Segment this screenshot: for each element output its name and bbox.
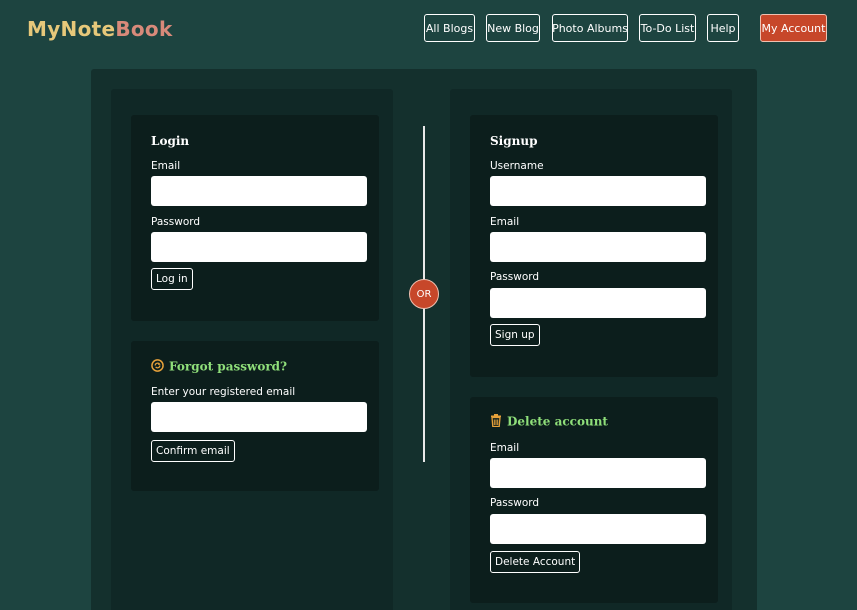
- signup-card: Signup Username Email Password Sign up: [470, 115, 718, 377]
- signup-email-input[interactable]: [490, 232, 706, 262]
- login-password-label: Password: [151, 216, 201, 228]
- delete-password-label: Password: [490, 497, 540, 509]
- signup-username-input[interactable]: [490, 176, 706, 206]
- login-password-input[interactable]: [151, 232, 367, 262]
- brand-logo[interactable]: MyNoteBook: [27, 17, 173, 41]
- right-column: Signup Username Email Password Sign up D…: [450, 89, 732, 610]
- left-column: Login Email Password Log in Forgot passw…: [111, 89, 393, 610]
- nav-my-account-button[interactable]: My Account: [760, 14, 827, 42]
- login-title: Login: [151, 134, 190, 148]
- nav-photo-albums-button[interactable]: Photo Albums: [552, 14, 628, 42]
- delete-account-card: Delete account Email Password Delete Acc…: [470, 397, 718, 603]
- login-email-input[interactable]: [151, 176, 367, 206]
- nav-new-blog-button[interactable]: New Blog: [486, 14, 540, 42]
- forgot-email-input[interactable]: [151, 402, 367, 432]
- delete-account-button[interactable]: Delete Account: [490, 551, 581, 573]
- signup-username-label: Username: [490, 160, 544, 172]
- nav-todo-list-button[interactable]: To-Do List: [639, 14, 696, 42]
- delete-password-input[interactable]: [490, 514, 706, 544]
- forgot-email-label: Enter your registered email: [151, 386, 296, 398]
- delete-title: Delete account: [490, 414, 608, 430]
- nav-all-blogs-button[interactable]: All Blogs: [424, 14, 475, 42]
- trash-icon: [490, 414, 502, 430]
- signup-button[interactable]: Sign up: [490, 324, 540, 346]
- login-card: Login Email Password Log in: [131, 115, 379, 321]
- signup-password-label: Password: [490, 271, 540, 283]
- delete-email-input[interactable]: [490, 458, 706, 488]
- signup-title: Signup: [490, 134, 538, 148]
- login-button[interactable]: Log in: [151, 268, 193, 290]
- or-badge: OR: [409, 279, 439, 309]
- navbar: MyNoteBook All Blogs New Blog Photo Albu…: [0, 0, 857, 60]
- login-email-label: Email: [151, 160, 181, 172]
- nav-help-button[interactable]: Help: [707, 14, 739, 42]
- forgot-title: Forgot password?: [151, 359, 287, 375]
- confirm-email-button[interactable]: Confirm email: [151, 440, 235, 462]
- delete-email-label: Email: [490, 442, 520, 454]
- forgot-password-card: Forgot password? Enter your registered e…: [131, 341, 379, 491]
- reset-icon: [151, 359, 164, 375]
- signup-email-label: Email: [490, 216, 520, 228]
- signup-password-input[interactable]: [490, 288, 706, 318]
